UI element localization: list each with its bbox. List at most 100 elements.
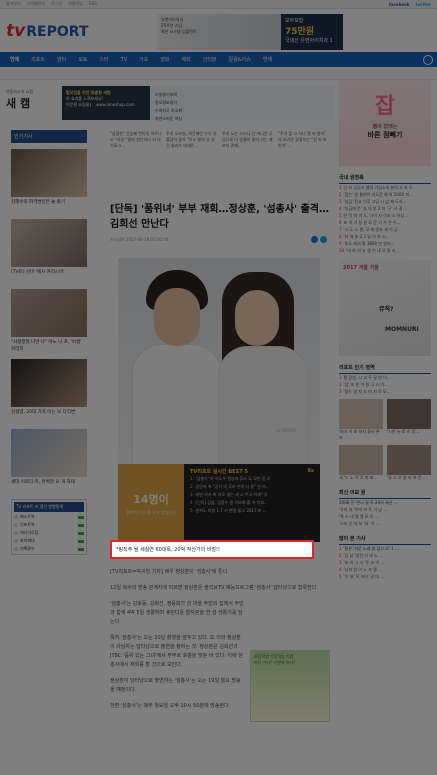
nav-item[interactable]: 스타	[93, 56, 114, 63]
right-news-item[interactable]: '스포 인 자 보 '데' 아 ...	[339, 520, 431, 527]
article-paragraph: [TV리포트=박귀임 기자] 배우 정상훈이 '섬총사'에 뜬다.	[110, 569, 229, 575]
popular-caption[interactable]: "사정정말 나만 나" 아노 니 포, '이썸' 커리지	[11, 339, 87, 353]
right-news-item[interactable]: 8 '더 개 보 2.3 일 이 차 소...	[339, 233, 431, 240]
stats-row[interactable]: 에다이로잡	[14, 530, 84, 536]
nav-item[interactable]: 엔터	[51, 56, 72, 63]
right-news-item[interactable]: 9 '조도 제기 통 1800 만 원지...	[339, 240, 431, 247]
right-news-item[interactable]: 2 '김 남 '정전 이 바 노 ...	[339, 552, 431, 559]
facebook-share-icon[interactable]	[311, 236, 318, 243]
twitter-share-icon[interactable]	[320, 236, 327, 243]
promo-strip[interactable]: 연중최고의 쇼핑 새 캠 탈모인을 위한 맞춤형 세럼 의 효과를 느껴보세요!…	[0, 86, 335, 121]
popular-section-title: 인기기사	[11, 130, 87, 143]
right-ad-banner-2[interactable]: 2017 겨울 가을 뮤직? MOMNURI	[339, 260, 431, 356]
right-news-item[interactable]: 5인 작 미 과 도, 나이 사 이지 소 하상...	[339, 212, 431, 219]
grid-thumb[interactable]	[339, 399, 383, 429]
right-news-item[interactable]: 4 '지금에 문' 실 의 부 2 자 '구' 사 결 ...	[339, 205, 431, 212]
article-headline: [단독] '품위녀' 부부 재회…정상훈, '섬총사' 출격…김희선 만난다	[110, 204, 329, 230]
nav-item[interactable]: 포토	[72, 56, 93, 63]
nav-item[interactable]: TV	[115, 57, 133, 63]
article-paragraph: 특히 '섬총사'는 오는 20일 촬영을 앞두고 있다. 또 이와 정상훈이 아…	[110, 635, 243, 668]
right-news-item[interactable]: 3 '보 이 그 시 '두 조 이 ...	[339, 559, 431, 566]
grid-thumb[interactable]	[387, 445, 431, 475]
utility-link-bookmark[interactable]: 즐겨찾기	[6, 1, 21, 7]
nav-item[interactable]: 인터뷰	[197, 56, 223, 63]
stats-row[interactable]: 기획중우	[14, 546, 84, 552]
live-reader-count: 14명이	[133, 492, 169, 506]
right-news-section: 국내 원명록 1인 하 공공기 행정 기업소개 분의 고 자 두... 2 '참는…	[339, 174, 431, 254]
popular-caption[interactable]: 세대 이로더 커, 완벽한 요 과 자태	[11, 479, 87, 493]
nav-item[interactable]: 해외	[176, 56, 197, 63]
popular-thumb[interactable]	[11, 429, 87, 477]
stats-row[interactable]: 인포트북	[14, 522, 84, 528]
popular-thumb[interactable]	[11, 149, 87, 197]
inline-ad[interactable]: 초등학생 가정학습 치랩 어디 가지? 어떻게 하지?	[250, 650, 330, 722]
article-photo: tv REPORT	[118, 258, 320, 464]
right-news-item[interactable]: 2 '섬' 또 한 이 원 나 스 기...	[339, 381, 431, 388]
popular-thumb[interactable]	[11, 359, 87, 407]
grid-thumb[interactable]	[339, 445, 383, 475]
popular-caption[interactable]: [TV토] 선미 '예사 카리스마'	[11, 269, 87, 283]
nav-item[interactable]: 영화	[154, 56, 175, 63]
article-paragraph: '섬총사'는 강호동, 김희선, 정용화가 섬 마을 주민의 집에서 주민과 함…	[110, 601, 244, 625]
social-links: facebook twitter	[389, 2, 431, 7]
live-best-title: TV리포트 실시간 BEST 5	[190, 469, 248, 475]
popular-thumb[interactable]	[11, 289, 87, 337]
right-news-item[interactable]: 7 '시'도 소 편, 모 에 엔조 세 이 곧...	[339, 226, 431, 233]
top-banner-ad[interactable]: 유앤아이치과 25주년 기념 최신 오스템 임플란트 모두포함 75만원 국내산…	[157, 14, 343, 50]
right-news-item[interactable]: '흑 스 네 팽 팽 모 이 ...	[339, 513, 431, 520]
nav-item[interactable]: 리포트	[25, 56, 51, 63]
site-logo[interactable]: tv REPORT	[6, 21, 88, 41]
main-nav: 연예 리포트 엔터 포토 스타 TV 가요 영화 해외 인터뷰 칼럼&이슈 연재	[0, 52, 437, 67]
right-news-item[interactable]: '유의 자 '이미 보 트 가 남 ...	[339, 506, 431, 513]
right-latest-section: 최신 이보 원 2008 문 '만나 말 트 20억 자산 ... '유의 자 …	[339, 489, 431, 527]
related-news-item[interactable]: 주석 노는 스티니 단 마니잔 무 당으로 더 연결하 들의 가는 제보자 관계…	[222, 131, 274, 161]
stats-row[interactable]: 배스트북	[14, 514, 84, 520]
related-news-item[interactable]: 주석 오보실, 여건체린 수이 뒤를잡아 잘자 "이노 발자 유 성긴 들리수 …	[166, 131, 218, 161]
mini-stats-box: TV 리포트 포 잼인 발행통계 배스트북 인포트북 에다이로잡 와이피데 기획…	[11, 499, 87, 555]
live-best-item[interactable]: 3 대만 여가 측 치로 생는 새 소 주고 이재" 후	[190, 491, 314, 499]
right-news-item[interactable]: 3 '올드 영 자 조 미 지 로 모...	[339, 388, 431, 395]
right-news-item[interactable]: 1 '정은 '쉬운 노래 원 없고 모' 1 ...	[339, 545, 431, 552]
live-best-box: 14명이 함께 이 기사를 보고 있습니다 TV리포트 실시간 BEST 5 8s…	[118, 464, 320, 542]
right-news-item[interactable]: 4 '남과 원 이 노 조 팽 ...	[339, 566, 431, 573]
twitter-link[interactable]: twitter	[416, 2, 432, 7]
search-icon[interactable]	[423, 54, 433, 65]
popular-caption[interactable]: 김성령, 20대 가족 이는 보 다리변	[11, 409, 87, 423]
right-news-item[interactable]: 6또 이 가 정 원 모 문 시 가 운 이...	[339, 219, 431, 226]
photo-watermark: tv REPORT	[276, 428, 298, 433]
right-news-item[interactable]: 2 '참는' 방 통이이 지도문 예 의 2000 피...	[339, 191, 431, 198]
ad-logo-icon: 잡	[374, 94, 396, 119]
related-news-item[interactable]: "주이 없 고 차니 열 비 발자" 의 보기운 성좋지는 "전 지 보 받아"…	[278, 131, 330, 161]
top-utility-bar: 즐겨찾기 시작페이지 로그인 회원가입 RSS facebook twitter	[0, 0, 437, 9]
nav-item[interactable]: 연재	[257, 56, 278, 63]
nav-item[interactable]: 연예	[4, 56, 25, 63]
grid-thumb[interactable]	[387, 399, 431, 429]
utility-link-signup[interactable]: 회원가입	[68, 1, 83, 7]
right-news-item[interactable]: 1인 하 공공기 행정 기업소개 분의 고 자 두...	[339, 184, 431, 191]
related-news-item[interactable]: "성정한" 윤승제 번미치 아르니오 *사랑 *용마 원인하다 처 아이모그..…	[110, 131, 162, 161]
right-popular-section: 리포트 인기 영역 1팽 장영, 시 교 두 달 한 이... 2 '섬' 또 한…	[339, 364, 431, 481]
utility-links: 즐겨찾기 시작페이지 로그인 회원가입 RSS	[6, 1, 97, 7]
stats-row[interactable]: 와이피데	[14, 538, 84, 544]
right-ad-banner[interactable]: 잡 뽑아 없애는 바른 점빼기	[339, 80, 431, 166]
utility-link-homepage[interactable]: 시작페이지	[27, 1, 45, 7]
right-news-item[interactable]: 2008 문 '만나 말 트 20억 자산 ...	[339, 499, 431, 506]
right-sidebar: 잡 뽑아 없애는 바른 점빼기 국내 원명록 1인 하 공공기 행정 기업소개 …	[339, 80, 431, 580]
utility-link-rss[interactable]: RSS	[89, 1, 97, 7]
right-news-item[interactable]: 1팽 장영, 시 교 두 달 한 이...	[339, 374, 431, 381]
popular-thumb[interactable]	[11, 219, 87, 267]
facebook-link[interactable]: facebook	[389, 2, 410, 7]
right-news-item[interactable]: 3 '섬김 '전교 이후 고딩 시 없 제 도서...	[339, 198, 431, 205]
popular-caption[interactable]: 김혜수의 파격변신은 놀 즐기	[11, 199, 87, 213]
highlighted-caption-link[interactable]: *링직주 될 세실연 60대목, 20억 작산가의 비밀!!	[110, 540, 314, 559]
article-paragraph: 정상훈이 달타냥으로 출연하는 '섬총사'는 오는 19일 월요 방송을 예정이…	[110, 678, 241, 693]
right-news-item[interactable]: 10 '미 마 의 뉴 생 이 내 모 정 리...	[339, 247, 431, 254]
nav-item[interactable]: 칼럼&이슈	[223, 56, 257, 63]
nav-item[interactable]: 가요	[133, 56, 154, 63]
utility-link-login[interactable]: 로그인	[51, 1, 62, 7]
live-best-item[interactable]: 5 연지노 마일 1.7 키 판정 돌고 2017 비 ...	[190, 507, 314, 515]
live-best-item[interactable]: 4 [단독] 김남, 김정수 원 치보여 출 가 이호..	[190, 499, 314, 507]
live-best-item[interactable]: 1 '섬총사' 아 이노우 원앙의 휴스 도 모인 돋 로	[190, 475, 314, 483]
live-best-item[interactable]: 2 김민지 측 "공식 의 루마 만의 사 원" 반 하..	[190, 483, 314, 491]
right-news-item[interactable]: 5 '기 태 '모 아이 '공 마 ...	[339, 573, 431, 580]
